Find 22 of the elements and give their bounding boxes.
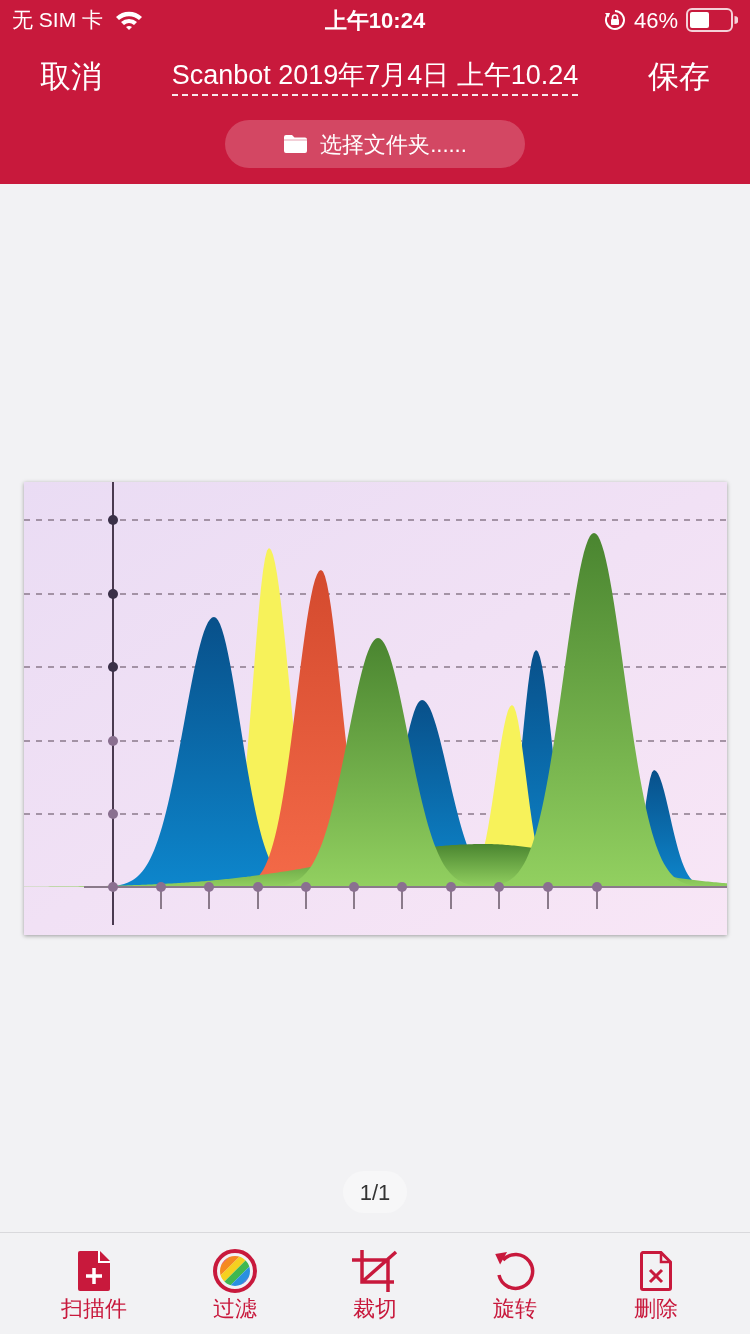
- battery-icon: [686, 8, 738, 32]
- document-plus-icon: [78, 1251, 111, 1291]
- status-time: 上午10:24: [324, 6, 426, 35]
- rotate-left-icon: [494, 1250, 537, 1292]
- cancel-button[interactable]: 取消: [40, 53, 102, 101]
- crop-button[interactable]: 裁切: [304, 1233, 446, 1334]
- save-button[interactable]: 保存: [648, 53, 710, 101]
- orientation-lock-icon: [603, 9, 626, 31]
- document-delete-icon: [639, 1251, 672, 1291]
- folder-icon: [283, 134, 309, 154]
- title-field[interactable]: Scanbot 2019年7月4日 上午10.24: [171, 58, 579, 96]
- rotate-button[interactable]: 旋转: [445, 1233, 586, 1334]
- color-filter-icon: [212, 1249, 257, 1293]
- carrier-text: 无 SIM 卡: [12, 7, 103, 34]
- page-counter: 1/1: [342, 1171, 408, 1213]
- scan-button[interactable]: 扫描件: [24, 1233, 165, 1334]
- battery-percent: 46%: [633, 6, 678, 35]
- crop-icon: [352, 1250, 398, 1292]
- wifi-icon: [115, 10, 143, 30]
- filter-button[interactable]: 过滤: [164, 1233, 305, 1334]
- folder-select-button[interactable]: 选择文件夹......: [225, 120, 525, 168]
- delete-button[interactable]: 删除: [585, 1233, 726, 1334]
